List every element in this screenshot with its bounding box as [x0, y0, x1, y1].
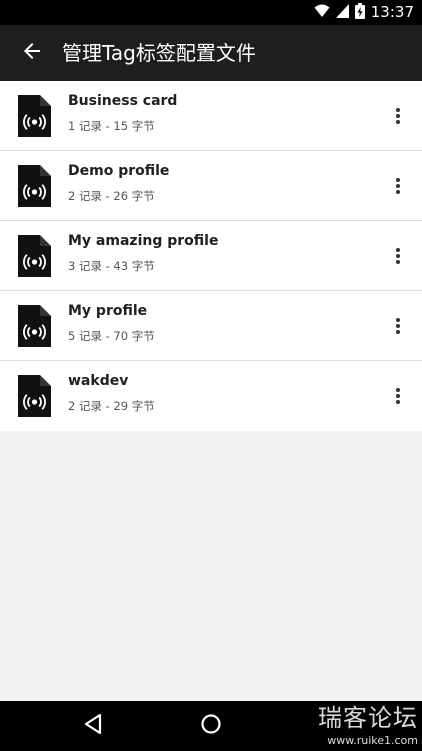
page-title: 管理Tag标签配置文件	[62, 41, 256, 65]
signal-icon	[335, 3, 349, 22]
wifi-icon	[314, 3, 330, 22]
profile-name: wakdev	[68, 373, 129, 389]
navigation-bar: 瑞客论坛 www.ruike1.com	[0, 701, 422, 751]
watermark: 瑞客论坛 www.ruike1.com	[318, 701, 418, 751]
app-bar: 管理Tag标签配置文件	[0, 25, 422, 81]
list-item[interactable]: My profile 5 记录 - 70 字节	[0, 291, 422, 361]
profile-name: Demo profile	[68, 163, 170, 179]
profile-name: My profile	[68, 303, 148, 319]
profile-details: 2 记录 - 26 字节	[68, 189, 155, 203]
profile-name: Business card	[68, 93, 178, 109]
profile-details: 1 记录 - 15 字节	[68, 119, 155, 133]
nfc-file-icon	[18, 235, 51, 277]
nfc-file-icon	[18, 375, 51, 417]
nfc-file-icon	[18, 305, 51, 347]
more-vert-icon[interactable]	[386, 236, 410, 276]
arrow-back-icon	[22, 41, 42, 65]
more-vert-icon[interactable]	[386, 306, 410, 346]
watermark-text: 瑞客论坛	[318, 704, 418, 732]
back-triangle-icon	[83, 713, 103, 739]
list-item[interactable]: Demo profile 2 记录 - 26 字节	[0, 151, 422, 221]
list-item[interactable]: Business card 1 记录 - 15 字节	[0, 81, 422, 151]
profile-details: 3 记录 - 43 字节	[68, 259, 155, 273]
list-item[interactable]: wakdev 2 记录 - 29 字节	[0, 361, 422, 431]
more-vert-icon[interactable]	[386, 376, 410, 416]
profile-name: My amazing profile	[68, 233, 219, 249]
list-item[interactable]: My amazing profile 3 记录 - 43 字节	[0, 221, 422, 291]
battery-charging-icon	[354, 2, 365, 23]
nav-back-button[interactable]	[63, 701, 123, 751]
profile-details: 5 记录 - 70 字节	[68, 329, 155, 343]
profile-list: Business card 1 记录 - 15 字节 Demo profile …	[0, 81, 422, 431]
profile-details: 2 记录 - 29 字节	[68, 399, 155, 413]
home-circle-icon	[200, 713, 222, 739]
watermark-url: www.ruike1.com	[327, 734, 418, 747]
status-icons: 13:37	[314, 0, 414, 25]
status-time: 13:37	[370, 3, 414, 21]
more-vert-icon[interactable]	[386, 96, 410, 136]
nav-home-button[interactable]	[181, 701, 241, 751]
status-bar: 13:37	[0, 0, 422, 25]
more-vert-icon[interactable]	[386, 166, 410, 206]
nfc-file-icon	[18, 95, 51, 137]
back-button[interactable]	[12, 33, 52, 73]
nfc-file-icon	[18, 165, 51, 207]
